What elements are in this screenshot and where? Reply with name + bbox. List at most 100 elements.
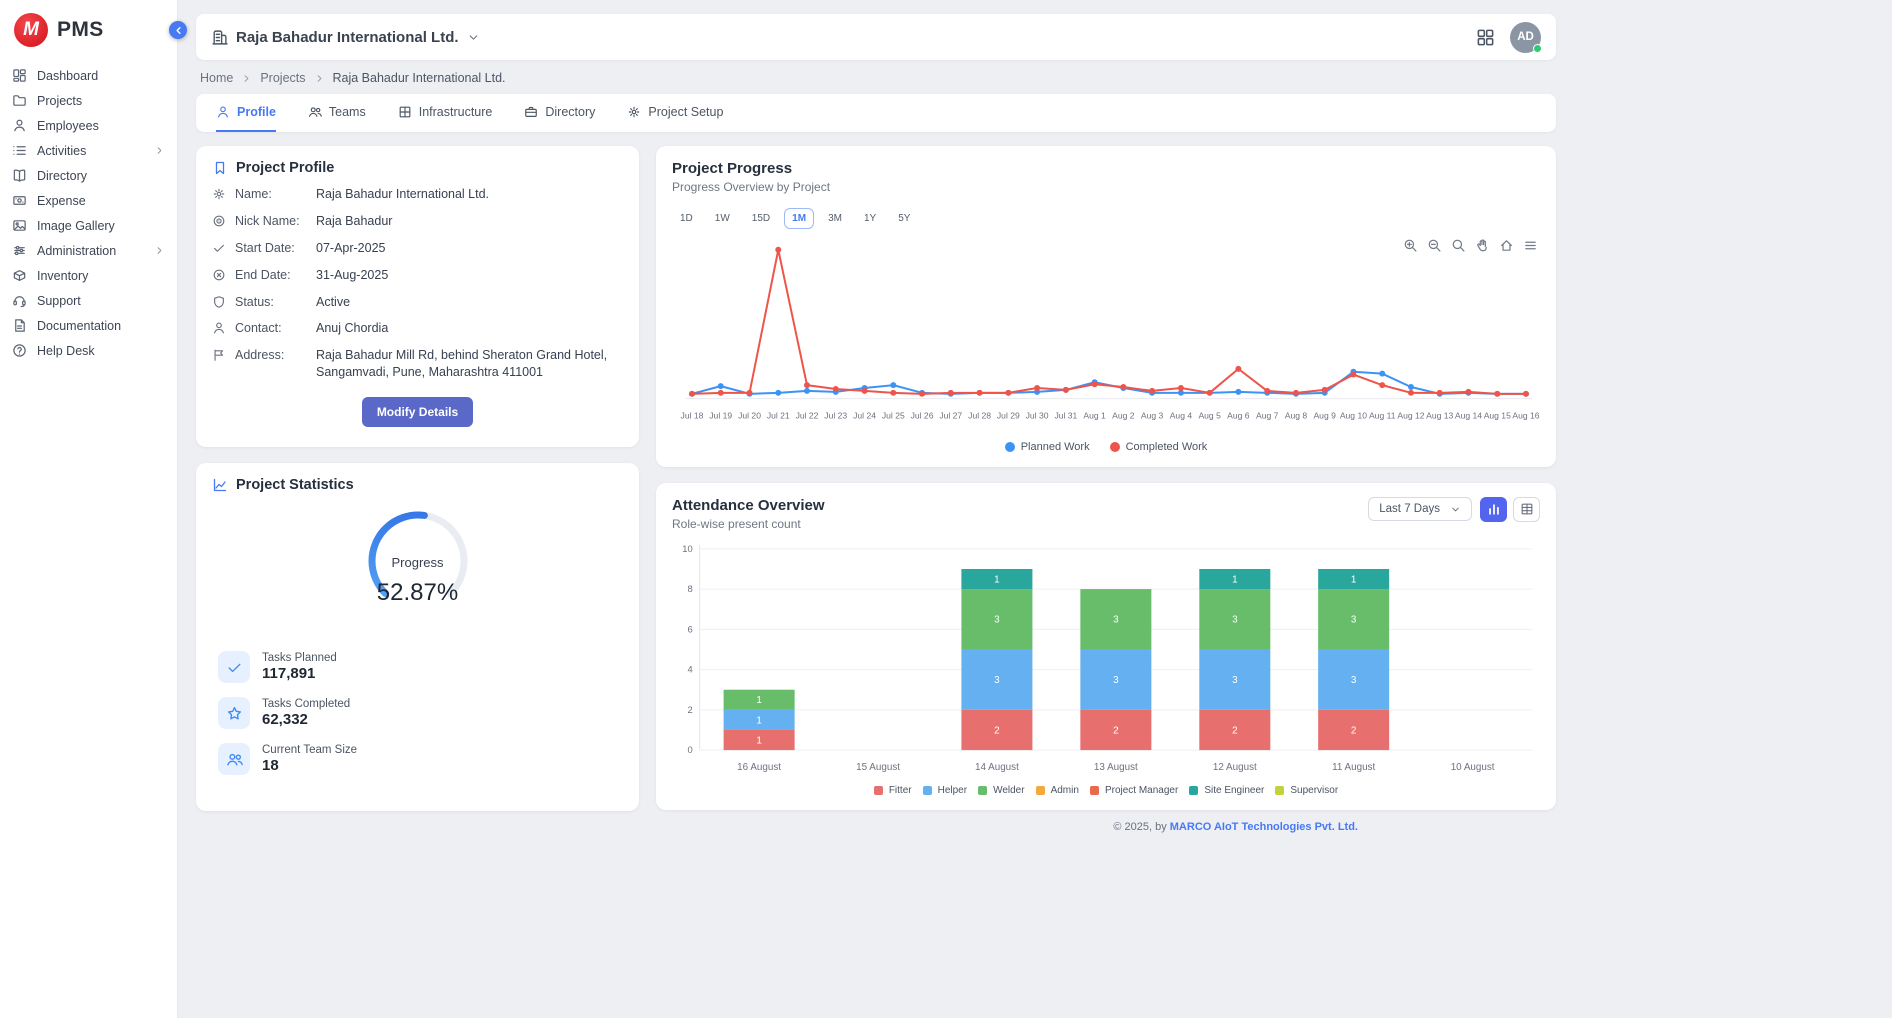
range-button-1w[interactable]: 1W bbox=[707, 208, 738, 229]
chevron-down-icon bbox=[1450, 504, 1461, 515]
svg-text:1: 1 bbox=[756, 695, 761, 706]
bar-chart-view-button[interactable] bbox=[1480, 497, 1507, 522]
apps-grid-icon[interactable] bbox=[1476, 28, 1495, 47]
legend-swatch bbox=[1036, 786, 1045, 795]
pan-icon[interactable] bbox=[1475, 238, 1490, 253]
sidebar-item-expense[interactable]: Expense bbox=[0, 188, 177, 213]
svg-text:6: 6 bbox=[688, 624, 693, 634]
sidebar-item-documentation[interactable]: Documentation bbox=[0, 313, 177, 338]
bookmark-icon bbox=[212, 160, 228, 176]
breadcrumb-item-projects[interactable]: Projects bbox=[260, 71, 305, 85]
table-view-button[interactable] bbox=[1513, 497, 1540, 522]
bar-chart-icon bbox=[1487, 502, 1501, 516]
svg-text:3: 3 bbox=[1232, 675, 1238, 686]
selection-zoom-icon[interactable] bbox=[1451, 238, 1466, 253]
svg-text:Aug 9: Aug 9 bbox=[1313, 411, 1336, 421]
sidebar-item-activities[interactable]: Activities bbox=[0, 138, 177, 163]
company-selector[interactable]: Raja Bahadur International Ltd. bbox=[211, 29, 480, 46]
profile-field-end-date: End Date:31-Aug-2025 bbox=[212, 267, 623, 284]
sidebar-item-directory[interactable]: Directory bbox=[0, 163, 177, 188]
svg-text:8: 8 bbox=[688, 584, 693, 594]
breadcrumb-item-home[interactable]: Home bbox=[200, 71, 233, 85]
sidebar: M PMS DashboardProjectsEmployeesActiviti… bbox=[0, 0, 178, 1018]
gauge-value: 52.87% bbox=[356, 579, 480, 607]
profile-field-name: Name:Raja Bahadur International Ltd. bbox=[212, 186, 623, 203]
sidebar-item-employees[interactable]: Employees bbox=[0, 113, 177, 138]
stat-current-team-size: Current Team Size18 bbox=[218, 743, 617, 775]
breadcrumb-item-raja-bahadur-international-ltd.: Raja Bahadur International Ltd. bbox=[333, 71, 506, 85]
sidebar-item-help-desk[interactable]: Help Desk bbox=[0, 338, 177, 363]
svg-text:3: 3 bbox=[1113, 675, 1119, 686]
check-icon bbox=[218, 651, 250, 683]
activities-icon bbox=[12, 143, 27, 158]
bar-chart-legend: Fitter Helper Welder Admin Project Manager Si… bbox=[672, 785, 1540, 796]
circle-x-icon bbox=[212, 268, 226, 282]
sidebar-item-dashboard[interactable]: Dashboard bbox=[0, 63, 177, 88]
range-button-15d[interactable]: 15D bbox=[744, 208, 778, 229]
sidebar-item-projects[interactable]: Projects bbox=[0, 88, 177, 113]
svg-text:Aug 16: Aug 16 bbox=[1512, 411, 1539, 421]
flag-icon bbox=[212, 348, 226, 362]
sidebar-collapse-button[interactable] bbox=[169, 21, 187, 39]
main-content: Raja Bahadur International Ltd. AD Home P… bbox=[178, 0, 1892, 845]
footer-company-link[interactable]: MARCO AIoT Technologies Pvt. Ltd. bbox=[1170, 821, 1358, 833]
range-button-1y[interactable]: 1Y bbox=[856, 208, 884, 229]
legend-fitter[interactable]: Fitter bbox=[874, 785, 912, 796]
range-button-1d[interactable]: 1D bbox=[672, 208, 701, 229]
gauge-label: Progress bbox=[356, 555, 480, 570]
svg-text:Aug 8: Aug 8 bbox=[1285, 411, 1308, 421]
date-range-select[interactable]: Last 7 Days bbox=[1368, 497, 1472, 521]
tab-project-setup[interactable]: Project Setup bbox=[627, 94, 723, 132]
teams-icon bbox=[218, 743, 250, 775]
tab-profile[interactable]: Profile bbox=[216, 94, 276, 132]
svg-text:Jul 25: Jul 25 bbox=[882, 411, 905, 421]
modify-details-button[interactable]: Modify Details bbox=[362, 397, 473, 427]
inventory-icon bbox=[12, 268, 27, 283]
project-progress-card: Project Progress Progress Overview by Pr… bbox=[656, 146, 1556, 467]
svg-text:Aug 12: Aug 12 bbox=[1397, 411, 1424, 421]
tab-directory[interactable]: Directory bbox=[524, 94, 595, 132]
legend-swatch bbox=[1090, 786, 1099, 795]
help-desk-icon bbox=[12, 343, 27, 358]
project-profile-card: Project Profile Name:Raja Bahadur Intern… bbox=[196, 146, 639, 447]
sidebar-item-inventory[interactable]: Inventory bbox=[0, 263, 177, 288]
svg-text:Jul 23: Jul 23 bbox=[824, 411, 847, 421]
legend-project-manager[interactable]: Project Manager bbox=[1090, 785, 1178, 796]
sidebar-item-image-gallery[interactable]: Image Gallery bbox=[0, 213, 177, 238]
tab-teams[interactable]: Teams bbox=[308, 94, 366, 132]
home-icon[interactable] bbox=[1499, 238, 1514, 253]
legend-swatch bbox=[874, 786, 883, 795]
dashboard-icon bbox=[12, 68, 27, 83]
svg-text:Aug 6: Aug 6 bbox=[1227, 411, 1250, 421]
svg-text:12 August: 12 August bbox=[1213, 761, 1257, 772]
user-avatar[interactable]: AD bbox=[1510, 22, 1541, 53]
svg-text:Aug 4: Aug 4 bbox=[1170, 411, 1193, 421]
gear-icon bbox=[627, 105, 641, 119]
sidebar-item-administration[interactable]: Administration bbox=[0, 238, 177, 263]
range-button-5y[interactable]: 5Y bbox=[890, 208, 918, 229]
chevron-left-icon bbox=[173, 25, 184, 36]
tab-infrastructure[interactable]: Infrastructure bbox=[398, 94, 493, 132]
sidebar-item-support[interactable]: Support bbox=[0, 288, 177, 313]
app-logo[interactable]: M PMS bbox=[0, 0, 177, 63]
statistics-rows: Tasks Planned117,891 Tasks Completed62,3… bbox=[212, 651, 623, 797]
legend-site-engineer[interactable]: Site Engineer bbox=[1189, 785, 1264, 796]
zoom-out-icon[interactable] bbox=[1427, 238, 1442, 253]
infrastructure-icon bbox=[398, 105, 412, 119]
range-button-1m[interactable]: 1M bbox=[784, 208, 814, 229]
legend-swatch bbox=[1110, 442, 1120, 452]
svg-text:Aug 7: Aug 7 bbox=[1256, 411, 1279, 421]
legend-welder[interactable]: Welder bbox=[978, 785, 1025, 796]
legend-supervisor[interactable]: Supervisor bbox=[1275, 785, 1338, 796]
svg-text:1: 1 bbox=[756, 735, 761, 746]
menu-icon[interactable] bbox=[1523, 238, 1538, 253]
zoom-in-icon[interactable] bbox=[1403, 238, 1418, 253]
card-subtitle: Role-wise present count bbox=[672, 517, 825, 531]
svg-text:Aug 13: Aug 13 bbox=[1426, 411, 1453, 421]
legend-completed-work[interactable]: Completed Work bbox=[1110, 441, 1208, 453]
range-button-3m[interactable]: 3M bbox=[820, 208, 850, 229]
legend-helper[interactable]: Helper bbox=[923, 785, 967, 796]
legend-admin[interactable]: Admin bbox=[1036, 785, 1079, 796]
breadcrumb-separator bbox=[241, 73, 252, 84]
legend-planned-work[interactable]: Planned Work bbox=[1005, 441, 1090, 453]
